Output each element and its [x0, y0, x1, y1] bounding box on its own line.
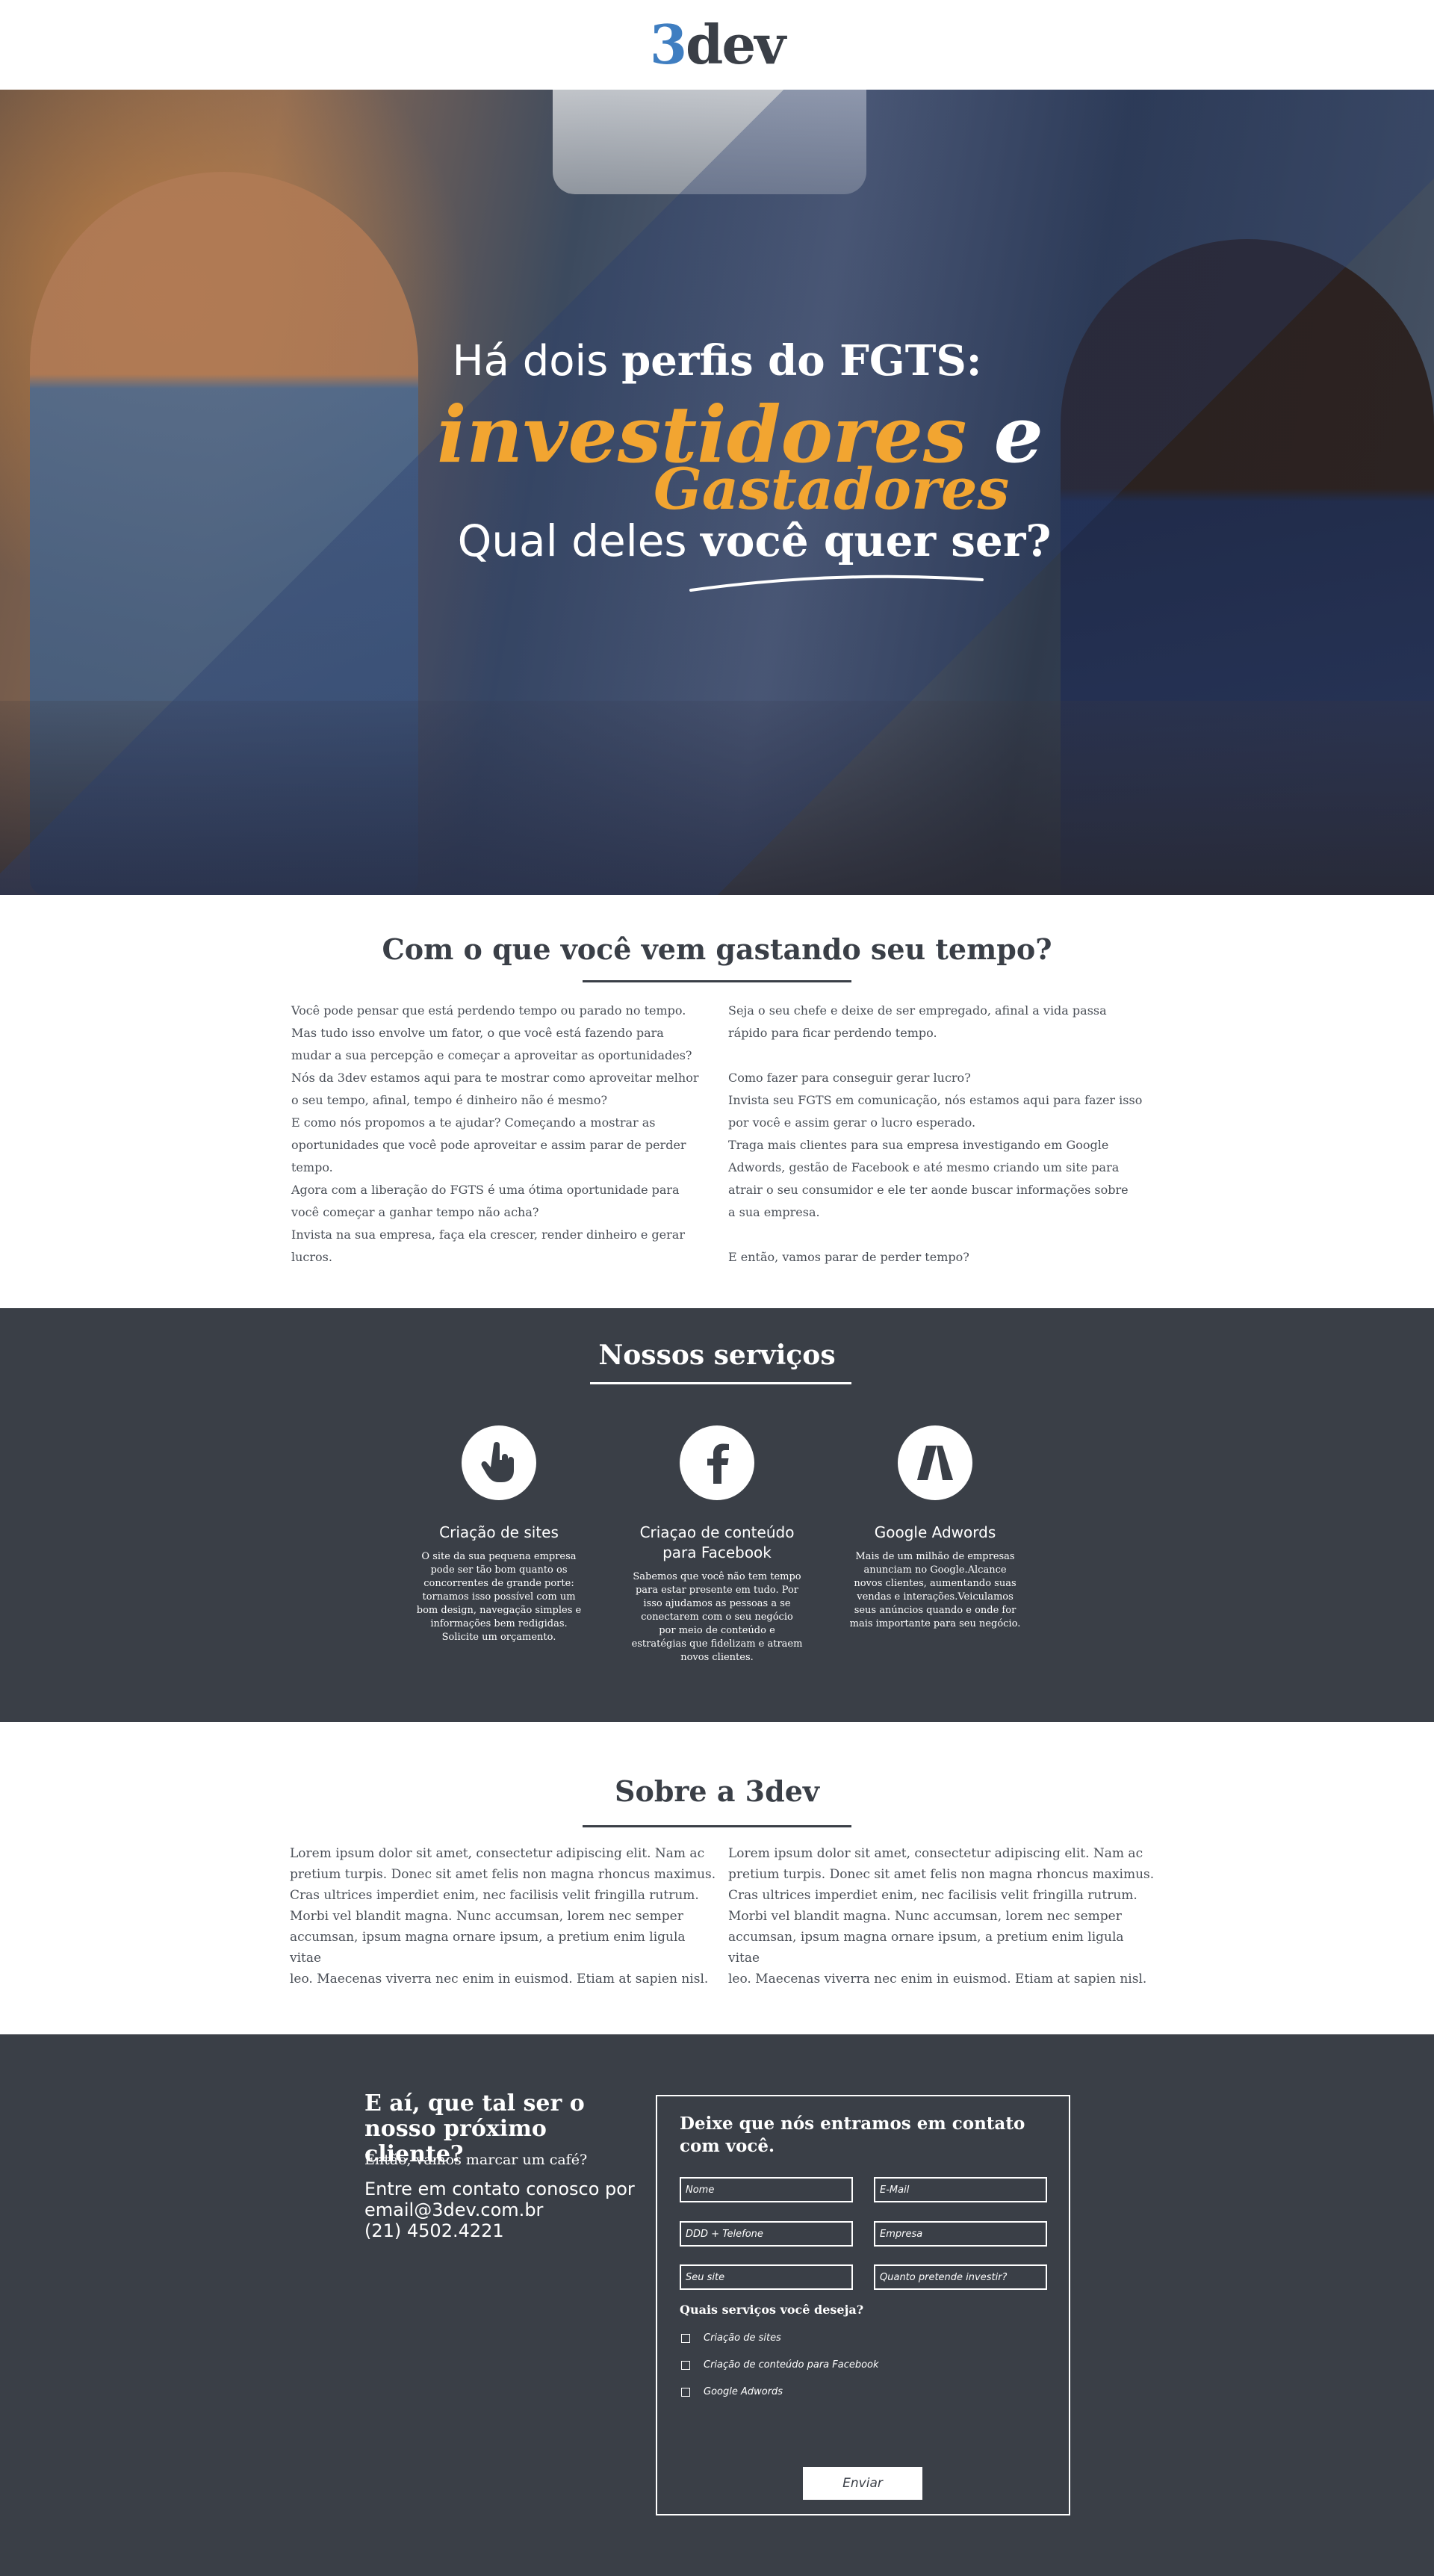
checkbox-facebook-label: Criação de conteúdo para Facebook	[704, 2359, 879, 2371]
submit-button[interactable]: Enviar	[803, 2467, 922, 2500]
contact-email[interactable]: email@3dev.com.br	[364, 2199, 635, 2220]
hero-line-4: Qual deles você quer ser?	[0, 515, 1434, 566]
contact-section: E aí, que tal ser o nosso próximo client…	[0, 2034, 1434, 2576]
pointer-hand-icon	[462, 1425, 536, 1500]
service-adwords-name: Google Adwords	[874, 1523, 996, 1541]
google-adwords-icon	[898, 1425, 972, 1500]
about-section: Sobre a 3dev Lorem ipsum dolor sit amet,…	[0, 1722, 1434, 2034]
about-divider	[583, 1825, 851, 1827]
name-field[interactable]	[680, 2177, 853, 2202]
checkbox-adwords[interactable]: Google Adwords	[681, 2386, 783, 2397]
hero-line-4-bold: você quer ser?	[701, 515, 1052, 566]
checkbox-icon[interactable]	[681, 2387, 690, 2397]
phone-field[interactable]	[680, 2221, 853, 2247]
intro-divider	[583, 980, 851, 982]
hero-line-1: Há dois perfis do FGTS:	[0, 336, 1434, 386]
hero-line-1-light: Há dois	[452, 337, 622, 386]
hero-line-1-bold: perfis do FGTS:	[621, 336, 982, 386]
contact-subtitle: Então, vamos marcar um café?	[364, 2152, 588, 2168]
logo[interactable]: 3dev	[650, 18, 786, 72]
contact-phone[interactable]: (21) 4502.4221	[364, 2220, 635, 2241]
intro-text-left: Você pode pensar que está perdendo tempo…	[291, 1003, 699, 1264]
about-text-left: Lorem ipsum dolor sit amet, consectetur …	[290, 1846, 716, 1987]
site-field[interactable]	[680, 2264, 853, 2290]
hero-line-4-light: Qual deles	[457, 515, 701, 566]
service-sites-desc: O site da sua pequena empresa pode ser t…	[416, 1551, 582, 1643]
services-question: Quais serviços você deseja?	[680, 2303, 864, 2317]
service-adwords-desc: Mais de um milhão de empresas anunciam n…	[849, 1551, 1021, 1629]
checkbox-sites[interactable]: Criação de sites	[681, 2332, 781, 2344]
hero-banner: Há dois perfis do FGTS: investidores e G…	[0, 90, 1434, 895]
intro-title: Com o que você vem gastando seu tempo?	[382, 932, 1052, 966]
form-title: Deixe que nós entramos em contato com vo…	[680, 2114, 1025, 2156]
about-title: Sobre a 3dev	[615, 1774, 819, 1808]
facebook-icon	[680, 1425, 754, 1500]
service-facebook-desc: Sabemos que você não tem tempo para esta…	[631, 1571, 803, 1663]
service-facebook[interactable]: Criaçao de conteúdo para Facebook Sabemo…	[624, 1425, 810, 1665]
logo-text: dev	[686, 13, 786, 76]
hero-gastadores: Gastadores	[654, 456, 1010, 522]
site-header: 3dev	[0, 0, 1434, 90]
intro-text-right: Seja o seu chefe e deixe de ser empregad…	[728, 1003, 1143, 1264]
contact-info: Entre em contato conosco por email@3dev.…	[364, 2179, 635, 2241]
services-divider	[590, 1382, 851, 1384]
checkbox-facebook[interactable]: Criação de conteúdo para Facebook	[681, 2359, 879, 2371]
logo-number: 3	[649, 13, 687, 76]
checkbox-icon[interactable]	[681, 2333, 690, 2343]
investment-field[interactable]	[874, 2264, 1047, 2290]
email-field[interactable]	[874, 2177, 1047, 2202]
checkbox-icon[interactable]	[681, 2360, 690, 2370]
service-sites-name: Criação de sites	[439, 1523, 559, 1541]
intro-section: Com o que você vem gastando seu tempo? V…	[0, 895, 1434, 1308]
company-field[interactable]	[874, 2221, 1047, 2247]
service-adwords[interactable]: Google Adwords Mais de um milhão de empr…	[842, 1425, 1028, 1631]
about-text-right: Lorem ipsum dolor sit amet, consectetur …	[728, 1846, 1155, 1987]
services-title: Nossos serviços	[598, 1340, 836, 1371]
hero-underline-swoosh	[689, 575, 984, 592]
service-sites[interactable]: Criação de sites O site da sua pequena e…	[406, 1425, 592, 1644]
checkbox-adwords-label: Google Adwords	[704, 2386, 783, 2397]
hero-headline: Há dois perfis do FGTS: investidores e G…	[0, 90, 1434, 895]
checkbox-sites-label: Criação de sites	[704, 2332, 781, 2344]
services-section: Nossos serviços Criação de sites O site …	[0, 1308, 1434, 1722]
service-facebook-name: Criaçao de conteúdo para Facebook	[639, 1523, 795, 1561]
contact-line: Entre em contato conosco por	[364, 2179, 635, 2199]
contact-form: Deixe que nós entramos em contato com vo…	[656, 2095, 1070, 2515]
